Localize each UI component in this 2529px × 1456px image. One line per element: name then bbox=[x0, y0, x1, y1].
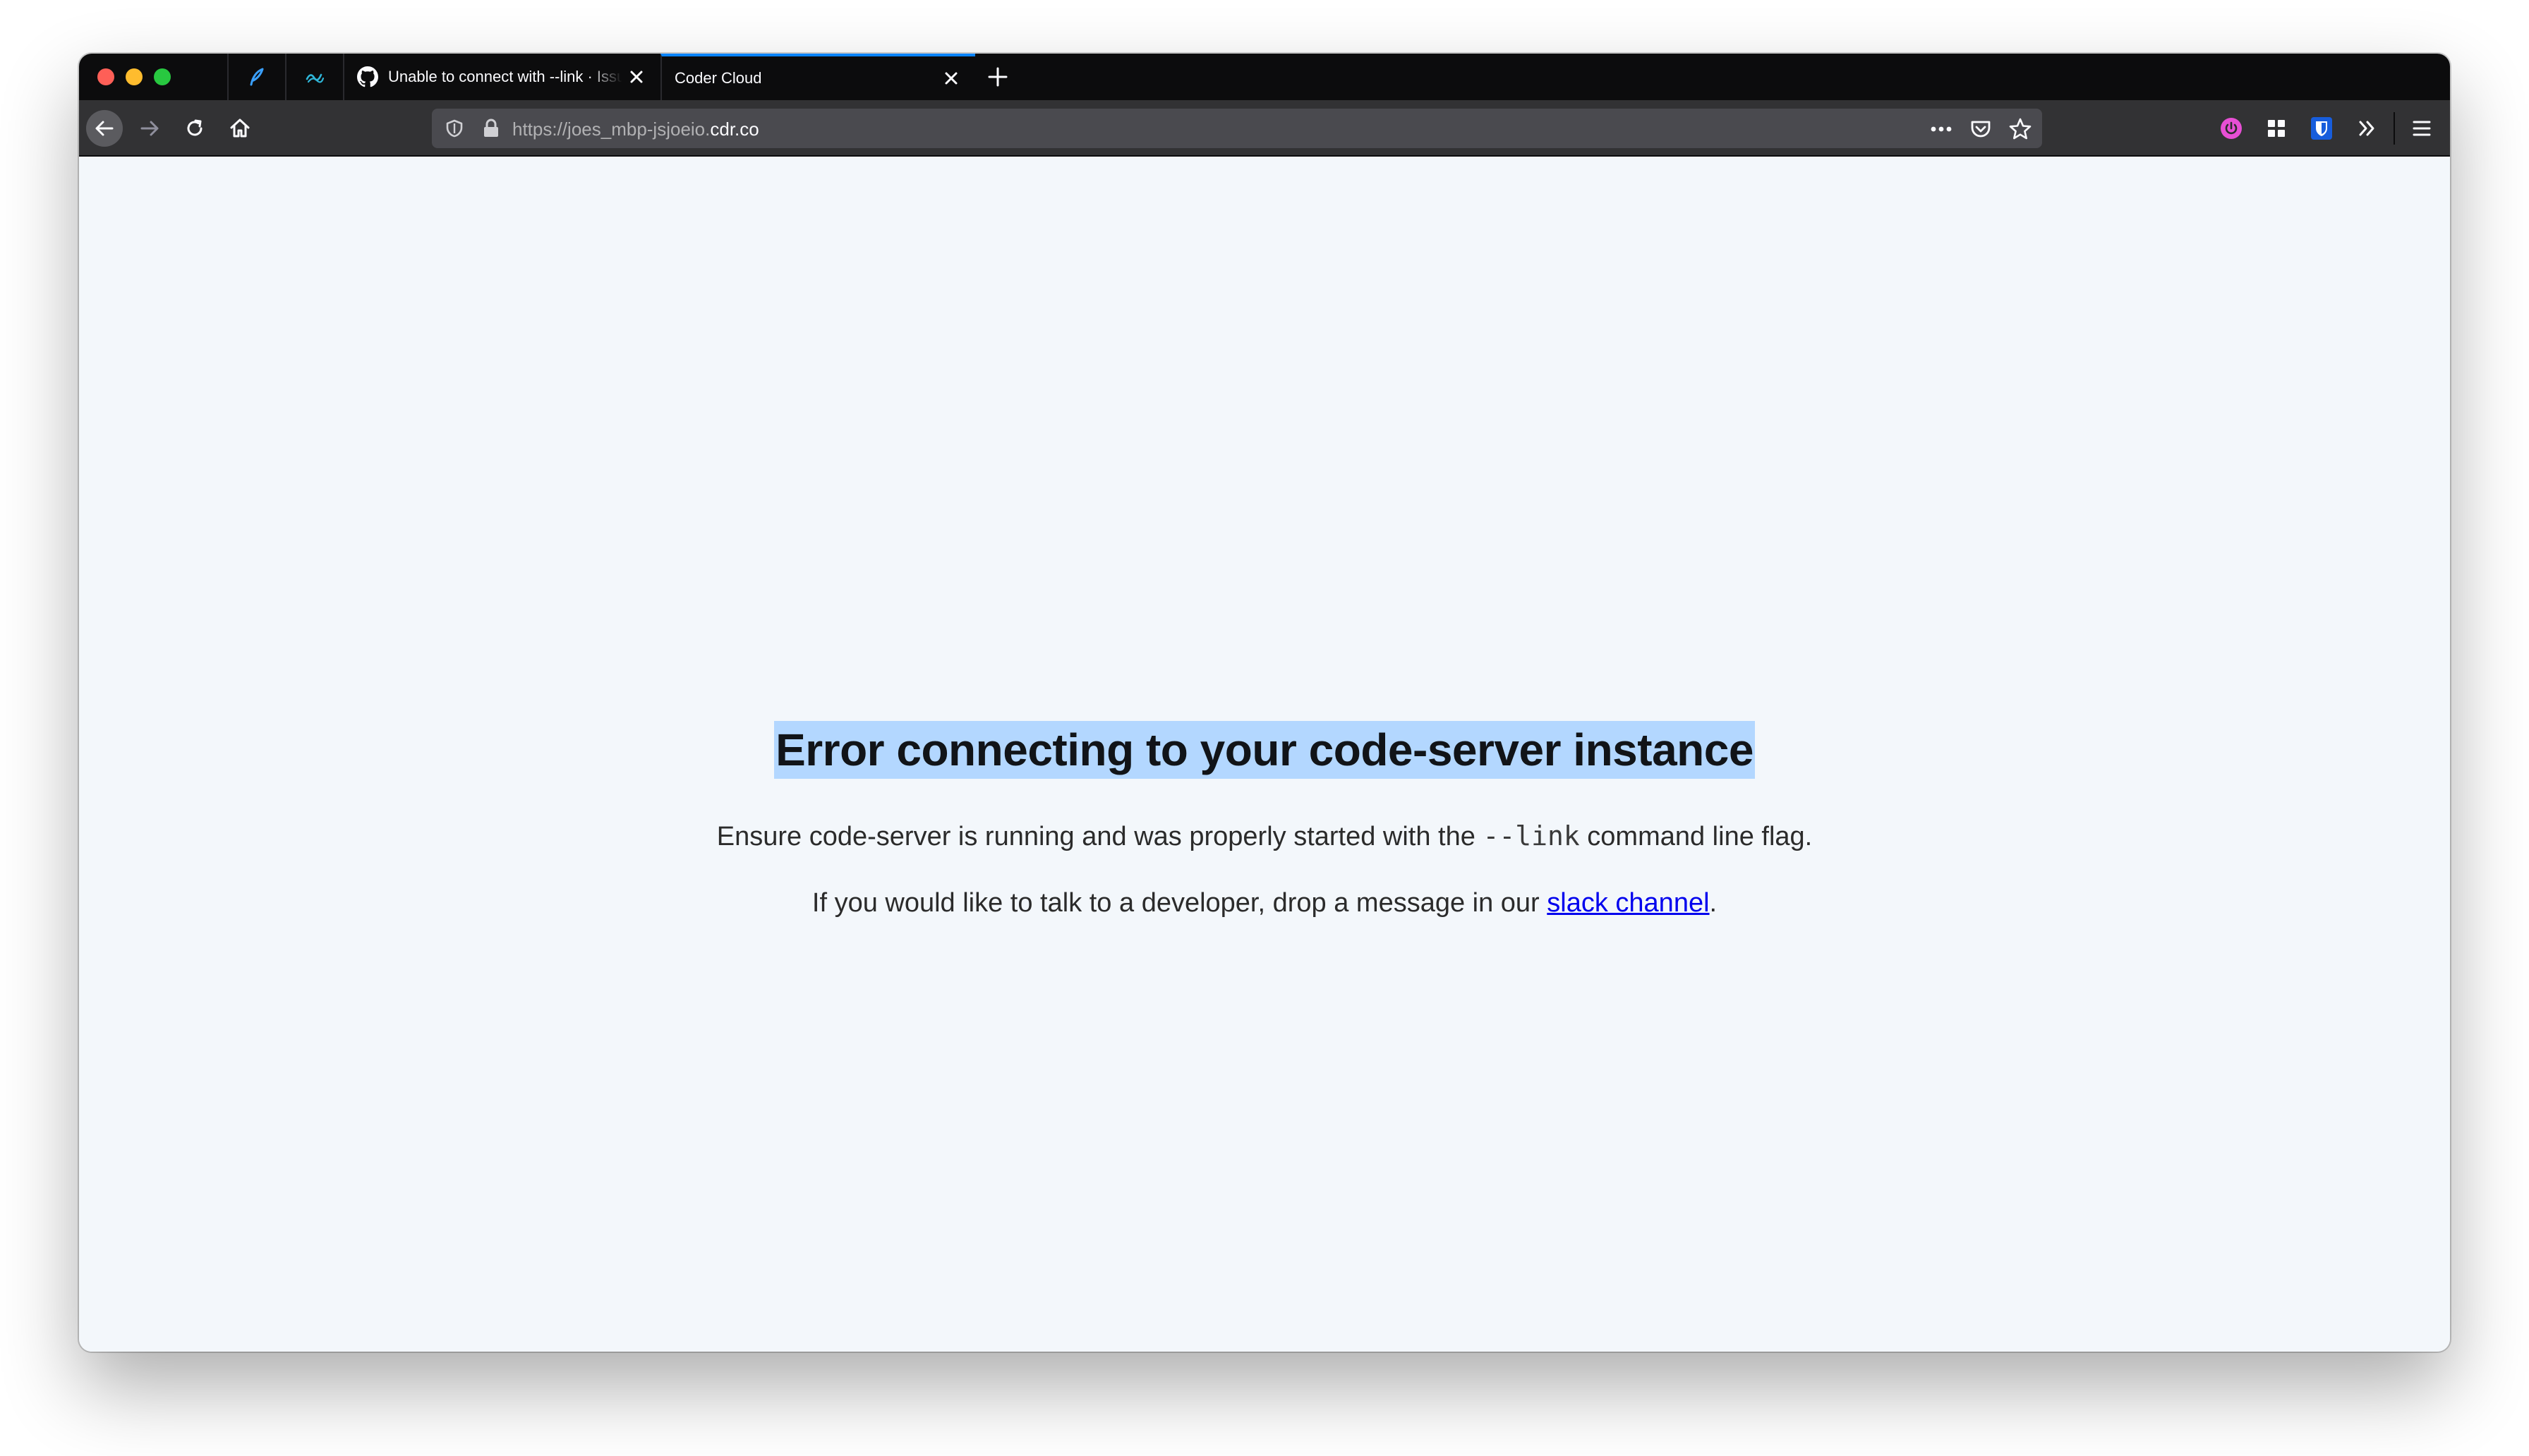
contact-text: If you would like to talk to a developer… bbox=[79, 887, 2450, 919]
tab-title: Unable to connect with --link · Issue bbox=[388, 68, 622, 85]
bookmark-star-button[interactable] bbox=[2005, 114, 2035, 144]
reload-button[interactable] bbox=[176, 110, 213, 147]
bitwarden-button[interactable] bbox=[2303, 110, 2340, 147]
github-icon bbox=[357, 66, 378, 87]
close-icon bbox=[945, 72, 958, 85]
power-icon bbox=[2221, 118, 2242, 139]
tab-close-button[interactable] bbox=[622, 63, 651, 91]
home-button[interactable] bbox=[222, 110, 258, 147]
contact-text-before: If you would like to talk to a developer… bbox=[811, 888, 1547, 918]
extension-grid-button[interactable] bbox=[2258, 110, 2295, 147]
tab-title: Coder Cloud bbox=[675, 69, 762, 87]
url-prefix: https://joes_mbp-jsjoeio. bbox=[512, 119, 711, 140]
overflow-menu-button[interactable] bbox=[2348, 110, 2385, 147]
url-domain: cdr.co bbox=[710, 119, 759, 140]
window-close-button[interactable] bbox=[97, 68, 114, 85]
instruction-text-before: Ensure code-server is running and was pr… bbox=[716, 822, 1483, 851]
browser-window: Unable to connect with --link · Issue Co… bbox=[79, 54, 2450, 1352]
tab-strip: Unable to connect with --link · Issue Co… bbox=[79, 54, 2450, 100]
slack-channel-link[interactable]: slack channel bbox=[1547, 888, 1709, 918]
back-button[interactable] bbox=[86, 110, 123, 147]
plus-icon bbox=[988, 67, 1008, 87]
page-title: Error connecting to your code-server ins… bbox=[774, 721, 1755, 779]
pinned-tab-1[interactable] bbox=[227, 54, 285, 100]
more-horizontal-icon bbox=[1931, 126, 1952, 132]
page-actions-button[interactable] bbox=[1926, 114, 1956, 144]
new-tab-button[interactable] bbox=[984, 63, 1012, 91]
hamburger-menu-icon bbox=[2413, 121, 2431, 136]
grid-icon bbox=[2268, 120, 2285, 137]
pinned-tab-2[interactable] bbox=[285, 54, 343, 100]
lock-icon[interactable] bbox=[481, 118, 501, 139]
link-flag-code: --link bbox=[1483, 820, 1580, 851]
instruction-text-after: command line flag. bbox=[1579, 822, 1813, 851]
window-minimize-button[interactable] bbox=[126, 68, 143, 85]
url-text[interactable]: https://joes_mbp-jsjoeio.cdr.co bbox=[512, 119, 759, 140]
arrow-left-icon bbox=[95, 121, 114, 136]
close-icon bbox=[630, 71, 643, 83]
arrow-right-icon bbox=[140, 121, 159, 136]
reload-icon bbox=[187, 119, 203, 136]
page-content: Error connecting to your code-server ins… bbox=[79, 157, 2450, 1352]
home-icon bbox=[230, 119, 250, 138]
star-icon bbox=[2009, 118, 2032, 140]
contact-text-after: . bbox=[1709, 888, 1718, 918]
shield-icon[interactable] bbox=[445, 119, 464, 138]
toolbar-separator bbox=[2394, 112, 2395, 145]
chevron-double-right-icon bbox=[2359, 121, 2374, 136]
extension-power-button[interactable] bbox=[2213, 110, 2250, 147]
url-bar[interactable]: https://joes_mbp-jsjoeio.cdr.co bbox=[432, 109, 2042, 148]
tab-coder-cloud[interactable]: Coder Cloud bbox=[660, 54, 975, 100]
instruction-text: Ensure code-server is running and was pr… bbox=[79, 820, 2450, 853]
tab-github-issue[interactable]: Unable to connect with --link · Issue bbox=[343, 54, 660, 100]
navigation-toolbar: https://joes_mbp-jsjoeio.cdr.co bbox=[79, 100, 2450, 157]
forward-button[interactable] bbox=[131, 110, 168, 147]
pocket-icon bbox=[1971, 121, 1991, 138]
wave-icon bbox=[306, 73, 325, 83]
window-maximize-button[interactable] bbox=[154, 68, 171, 85]
error-message: Error connecting to your code-server ins… bbox=[79, 721, 2450, 919]
pocket-button[interactable] bbox=[1966, 114, 1996, 144]
tab-close-button[interactable] bbox=[937, 64, 965, 92]
bitwarden-shield-icon bbox=[2311, 117, 2332, 140]
feather-icon bbox=[250, 68, 264, 86]
app-menu-button[interactable] bbox=[2403, 110, 2440, 147]
